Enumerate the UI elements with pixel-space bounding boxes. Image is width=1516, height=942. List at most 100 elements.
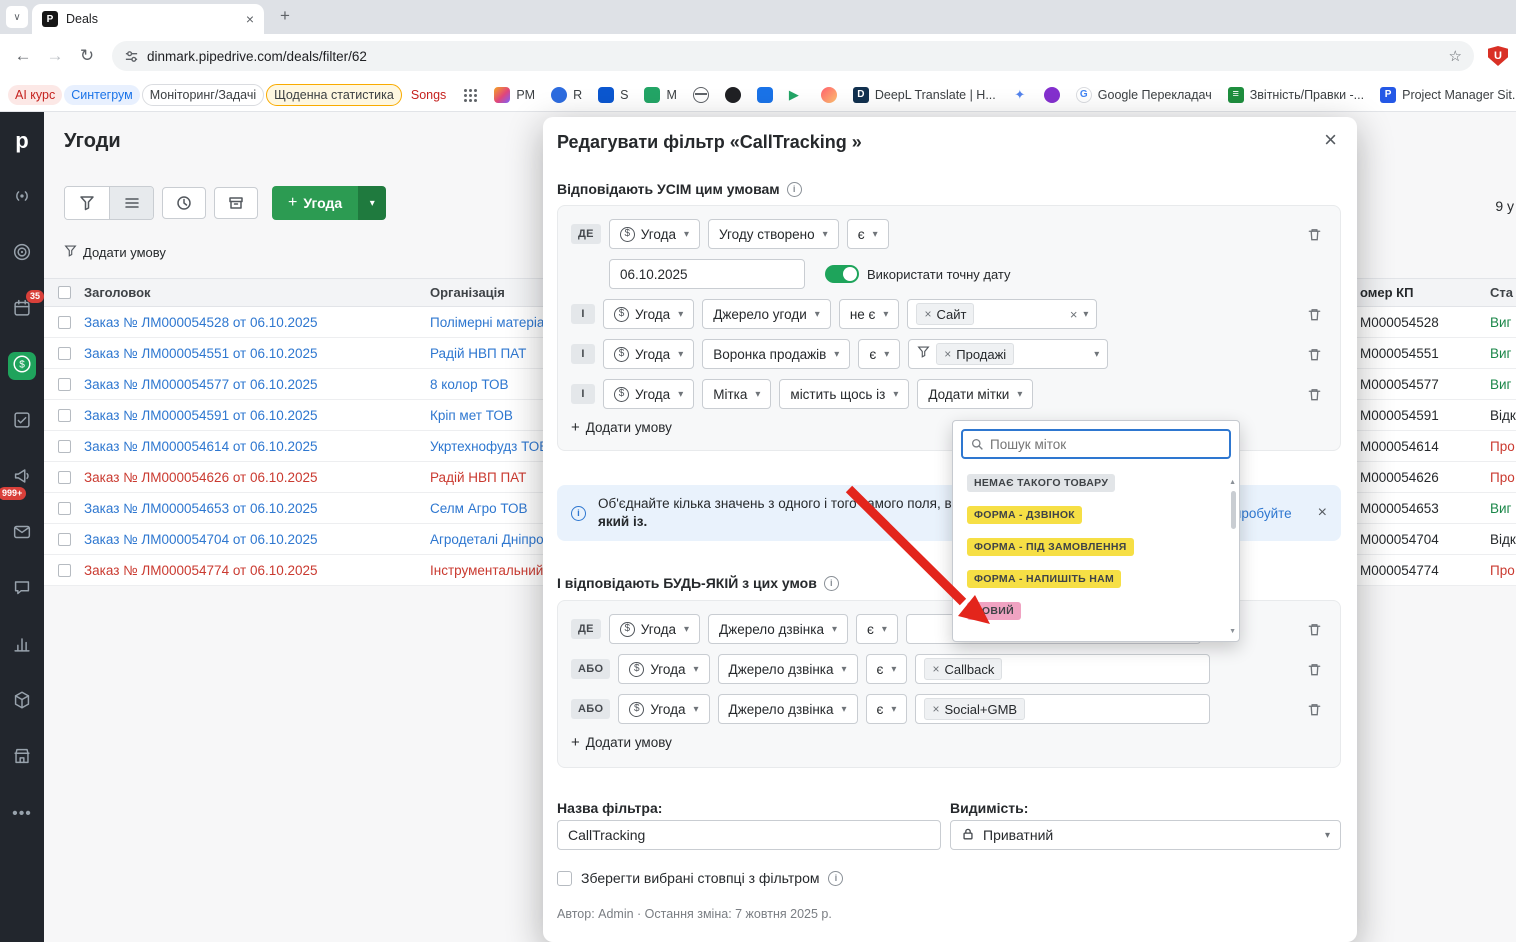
forward-button[interactable]: → [40, 41, 70, 71]
value-field[interactable]: Social+GMB [915, 694, 1211, 724]
operator-dropdown[interactable]: є [846, 219, 889, 249]
delete-condition-button[interactable] [1301, 696, 1327, 722]
row-checkbox[interactable] [57, 408, 71, 422]
entity-dropdown[interactable]: Угода [618, 654, 710, 684]
bookmark-item[interactable]: R [544, 84, 589, 106]
value-field[interactable]: Callback [915, 654, 1211, 684]
field-dropdown[interactable]: Джерело дзвінка [717, 654, 858, 684]
bookmark-item[interactable]: Синтегрум [64, 84, 140, 105]
sidebar-item-projects[interactable] [8, 408, 36, 436]
bookmark-item[interactable] [455, 84, 485, 106]
sidebar-item-leads[interactable] [8, 184, 36, 212]
delete-condition-button[interactable] [1301, 381, 1327, 407]
field-dropdown[interactable]: Угоду створено [708, 219, 839, 249]
tab-search-button[interactable]: ∨ [6, 6, 28, 28]
visibility-select[interactable]: Приватний [950, 820, 1341, 850]
scrollbar-thumb[interactable] [1231, 491, 1236, 529]
sidebar-item-contacts[interactable] [8, 240, 36, 268]
deal-title-link[interactable]: Заказ № ЛМ000054528 от 06.10.2025 [84, 315, 430, 330]
bookmark-item[interactable]: Google Перекладач [1069, 84, 1219, 106]
bookmark-item[interactable] [718, 84, 748, 106]
entity-dropdown[interactable]: Угода [608, 614, 701, 644]
bookmark-item[interactable] [1037, 84, 1067, 106]
sidebar-item-more[interactable]: ••• [8, 800, 36, 828]
bookmark-item[interactable]: Моніторинг/Задачі [141, 83, 265, 106]
info-icon[interactable] [828, 870, 844, 886]
sidebar-item-campaigns[interactable]: 999+ [0, 464, 36, 500]
delete-condition-button[interactable] [1301, 301, 1327, 327]
add-filter-condition-link[interactable]: Додати умову [64, 244, 166, 260]
sidebar-item-activities[interactable]: 35 [8, 290, 44, 324]
list-view-button[interactable] [109, 187, 153, 219]
exact-date-toggle[interactable] [825, 265, 859, 283]
add-labels-dropdown[interactable]: Додати мітки [917, 379, 1034, 409]
operator-dropdown[interactable]: є [856, 614, 898, 644]
entity-dropdown[interactable]: Угода [603, 339, 695, 369]
modal-close-button[interactable]: × [1324, 127, 1337, 153]
field-dropdown[interactable]: Джерело угоди [702, 299, 831, 329]
address-bar[interactable]: dinmark.pipedrive.com/deals/filter/62 ☆ [112, 41, 1474, 71]
bookmark-item[interactable]: AI курс [8, 84, 63, 105]
entity-dropdown[interactable]: Угода [603, 299, 695, 329]
bookmark-item[interactable]: Звітність/Правки -... [1221, 84, 1371, 106]
bookmark-item[interactable] [1005, 84, 1035, 106]
column-header-status[interactable]: Ста [1468, 285, 1516, 300]
site-settings-icon[interactable] [124, 49, 139, 64]
row-checkbox[interactable] [57, 470, 71, 484]
row-checkbox[interactable] [57, 501, 71, 515]
back-button[interactable]: ← [8, 41, 38, 71]
field-dropdown[interactable]: Джерело дзвінка [708, 614, 848, 644]
remove-value-icon[interactable] [932, 702, 939, 716]
sidebar-item-mail[interactable] [8, 520, 36, 548]
bookmark-item[interactable]: M [637, 84, 683, 106]
bookmark-item[interactable] [686, 84, 716, 106]
bookmark-item[interactable]: Songs [404, 85, 453, 105]
scroll-up-icon[interactable]: ▲ [1229, 479, 1236, 486]
operator-dropdown[interactable]: є [865, 654, 908, 684]
remove-value-icon[interactable] [932, 662, 939, 676]
label-search-input[interactable] [990, 436, 1221, 452]
label-option[interactable]: НОВИЙ [961, 595, 1231, 627]
delete-condition-button[interactable] [1301, 656, 1327, 682]
entity-dropdown[interactable]: Угода [618, 694, 710, 724]
bookmark-item[interactable]: DeepL Translate | H... [846, 84, 1003, 106]
deal-title-link[interactable]: Заказ № ЛМ000054591 от 06.10.2025 [84, 408, 430, 423]
clear-values-icon[interactable] [1070, 307, 1078, 322]
label-search-box[interactable] [961, 429, 1231, 459]
new-tab-button[interactable]: + [272, 3, 298, 29]
value-field[interactable]: Сайт [907, 299, 1098, 329]
bookmark-item[interactable]: PM [487, 84, 542, 106]
row-checkbox[interactable] [57, 563, 71, 577]
sidebar-item-insights[interactable] [8, 632, 36, 660]
field-dropdown[interactable]: Мітка [702, 379, 772, 409]
reload-button[interactable]: ↻ [72, 41, 102, 71]
save-columns-checkbox[interactable] [557, 870, 572, 886]
field-dropdown[interactable]: Джерело дзвінка [717, 694, 858, 724]
operator-dropdown[interactable]: є [865, 694, 908, 724]
delete-condition-button[interactable] [1301, 616, 1327, 642]
remove-value-icon[interactable] [924, 307, 931, 321]
deal-title-link[interactable]: Заказ № ЛМ000054577 от 06.10.2025 [84, 377, 430, 392]
forecast-view-button[interactable] [162, 187, 206, 219]
bookmark-star-icon[interactable]: ☆ [1449, 47, 1462, 65]
field-dropdown[interactable]: Воронка продажів [702, 339, 851, 369]
archive-view-button[interactable] [214, 187, 258, 219]
column-header-kp[interactable]: омер КП [1340, 285, 1468, 300]
entity-dropdown[interactable]: Угода [603, 379, 695, 409]
pipedrive-logo[interactable]: p [15, 126, 28, 160]
bookmark-item[interactable] [750, 84, 780, 106]
operator-dropdown[interactable]: є [858, 339, 901, 369]
bookmark-item[interactable]: Project Manager Sit... [1373, 84, 1516, 106]
info-icon[interactable] [823, 575, 839, 591]
row-checkbox[interactable] [57, 532, 71, 546]
bookmark-item[interactable] [782, 84, 812, 106]
deal-title-link[interactable]: Заказ № ЛМ000054626 от 06.10.2025 [84, 470, 430, 485]
banner-close-icon[interactable]: × [1318, 504, 1327, 522]
sidebar-item-marketplace[interactable] [8, 744, 36, 772]
entity-dropdown[interactable]: Угода [608, 219, 701, 249]
remove-value-icon[interactable] [944, 347, 951, 361]
add-condition-link[interactable]: Додати умову [571, 734, 1327, 751]
select-all-checkbox[interactable] [57, 286, 71, 299]
add-deal-caret-button[interactable] [358, 186, 387, 220]
filter-name-input[interactable] [557, 820, 941, 850]
